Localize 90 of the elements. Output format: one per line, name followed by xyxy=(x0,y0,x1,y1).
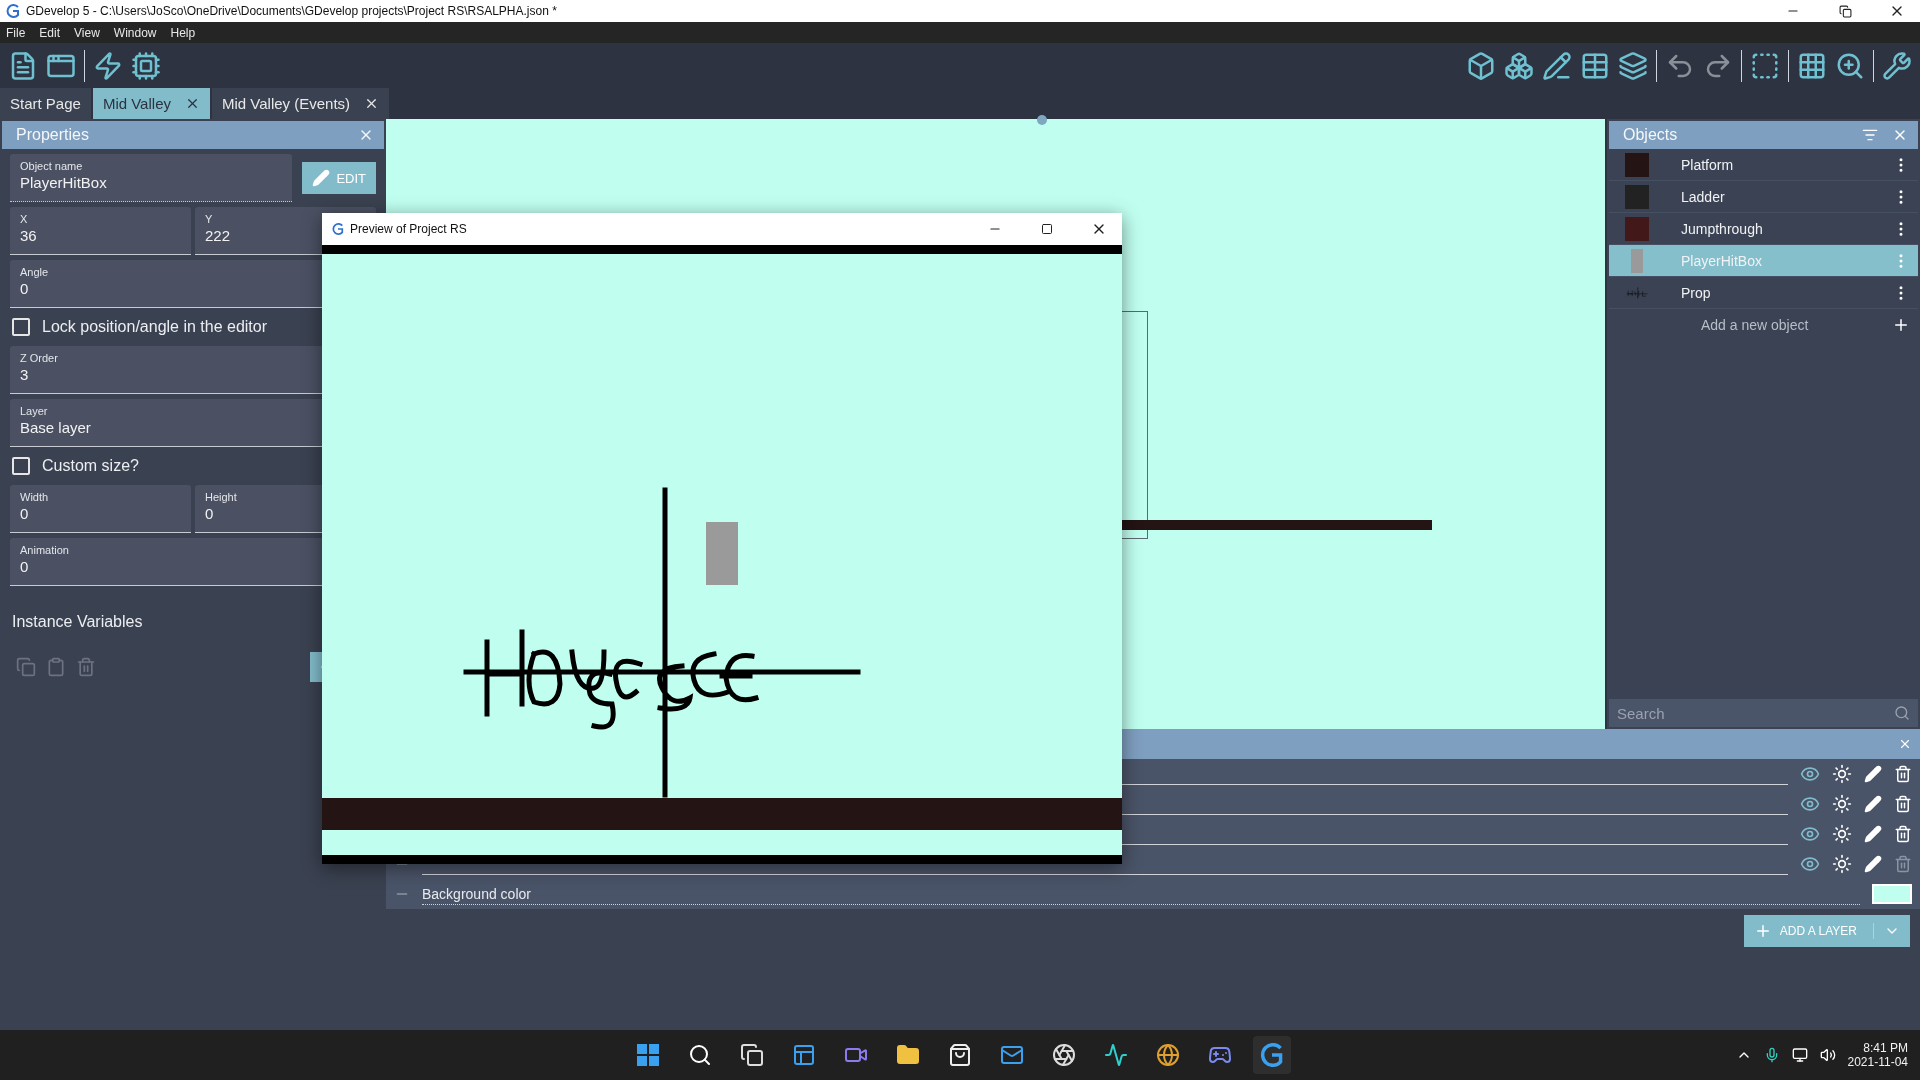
panel-title: Properties xyxy=(16,126,89,144)
editor-tab[interactable]: Mid Valley (Events) xyxy=(212,88,390,119)
trash-icon[interactable] xyxy=(1894,765,1912,783)
eye-icon[interactable] xyxy=(1800,854,1820,874)
store-icon[interactable] xyxy=(948,1043,972,1067)
maximize-icon[interactable] xyxy=(1041,223,1053,235)
player-block xyxy=(706,522,738,585)
layers-icon[interactable] xyxy=(1618,50,1648,81)
section-title: Instance Variables xyxy=(11,612,144,631)
field-value: 36 xyxy=(20,227,37,244)
menu-item[interactable]: Window xyxy=(113,25,157,40)
add-icon[interactable] xyxy=(1892,316,1910,334)
folder-icon[interactable] xyxy=(896,1043,920,1067)
field-value: 0 xyxy=(20,280,29,297)
close-icon[interactable] xyxy=(185,96,200,111)
aperture-icon[interactable] xyxy=(1052,1043,1076,1067)
block-icon xyxy=(1631,248,1643,273)
windows-logo-icon[interactable] xyxy=(636,1043,660,1067)
menu-item[interactable]: View xyxy=(74,25,100,40)
color-swatch[interactable] xyxy=(1872,884,1912,904)
field-label: Z Order xyxy=(20,352,58,364)
pencil-icon[interactable] xyxy=(1542,50,1572,81)
field-value: PlayerHitBox xyxy=(20,174,107,191)
light-icon[interactable] xyxy=(1832,854,1852,874)
object-item[interactable]: Platform xyxy=(1609,149,1918,181)
task-view-icon[interactable] xyxy=(740,1043,764,1067)
handle-dot[interactable] xyxy=(1037,115,1047,125)
menu-item[interactable]: Help xyxy=(170,25,196,40)
network-icon[interactable] xyxy=(1791,1047,1808,1063)
field-label: X xyxy=(20,213,28,225)
editor-tab[interactable]: Start Page xyxy=(0,88,91,119)
field-value: 3 xyxy=(20,366,29,383)
light-icon[interactable] xyxy=(1832,764,1852,784)
clock-time[interactable]: 8:41 PM xyxy=(1863,1041,1908,1055)
eye-icon[interactable] xyxy=(1800,824,1820,844)
field-label: Height xyxy=(205,491,237,503)
clock-date[interactable]: 2021-11-04 xyxy=(1847,1055,1908,1069)
chip-icon[interactable] xyxy=(131,50,161,81)
app-logo-icon[interactable] xyxy=(1260,1043,1284,1067)
trash-icon[interactable] xyxy=(1894,795,1912,813)
checkbox[interactable] xyxy=(12,457,30,475)
wrench-icon[interactable] xyxy=(1882,50,1912,81)
pencil-icon xyxy=(312,169,331,187)
window-title: GDevelop 5 - C:\Users\JoSco\OneDrive\Documents\GDevelop projects\Project RS\RSALPHA.json * xyxy=(26,4,558,18)
field-value: Base layer xyxy=(20,419,91,436)
field-value: 0 xyxy=(20,505,29,522)
search-field[interactable]: Search xyxy=(1609,699,1918,727)
checkbox[interactable] xyxy=(12,318,30,336)
volume-icon[interactable] xyxy=(1819,1047,1836,1063)
field-label: Width xyxy=(20,491,49,503)
app-logo-icon xyxy=(332,223,344,235)
text-field[interactable]: X 36 xyxy=(10,207,191,255)
wave-icon[interactable] xyxy=(1104,1043,1128,1067)
field-value: 0 xyxy=(20,558,29,575)
browser-icon[interactable] xyxy=(1156,1043,1180,1067)
layer-name: Background color xyxy=(422,883,1860,905)
field-label: Object name xyxy=(20,160,83,172)
widgets-icon[interactable] xyxy=(792,1043,816,1067)
lightning-icon[interactable] xyxy=(93,50,123,81)
menu-item[interactable]: Edit xyxy=(39,25,61,40)
light-icon[interactable] xyxy=(1832,824,1852,844)
checkbox-label: Lock position/angle in the editor xyxy=(42,318,268,336)
cubes-icon[interactable] xyxy=(1504,50,1534,81)
field-label: Layer xyxy=(20,405,48,417)
trash-icon[interactable] xyxy=(1894,825,1912,843)
eye-icon[interactable] xyxy=(1800,794,1820,814)
text-field[interactable]: Object name PlayerHitBox xyxy=(10,154,293,202)
field-label: Angle xyxy=(20,266,49,278)
field-value: 222 xyxy=(205,227,231,244)
editor-tab[interactable]: Mid Valley xyxy=(92,88,210,119)
sketch-icon xyxy=(1625,284,1649,301)
text-field[interactable]: Width 0 xyxy=(10,485,191,533)
field-label: Y xyxy=(205,213,213,225)
clipboard-icon[interactable] xyxy=(46,657,66,677)
app-logo-icon xyxy=(6,4,20,18)
field-label: Animation xyxy=(20,544,69,556)
field-value: 0 xyxy=(205,505,214,522)
light-icon[interactable] xyxy=(1832,794,1852,814)
object-item[interactable]: Ladder xyxy=(1609,181,1918,213)
restore-icon[interactable] xyxy=(1838,4,1852,18)
filter-icon[interactable] xyxy=(1862,127,1878,143)
add-object-link[interactable]: Add a new object xyxy=(1701,317,1809,333)
panel-title: Objects xyxy=(1623,126,1678,144)
mail-icon[interactable] xyxy=(1000,1043,1024,1067)
cube-icon[interactable] xyxy=(1466,50,1496,81)
checkbox-label: Custom size? xyxy=(42,457,139,475)
object-item[interactable]: Prop xyxy=(1609,277,1918,309)
search-icon[interactable] xyxy=(688,1043,712,1067)
menu-item[interactable]: File xyxy=(6,25,26,40)
eye-icon[interactable] xyxy=(1800,764,1820,784)
